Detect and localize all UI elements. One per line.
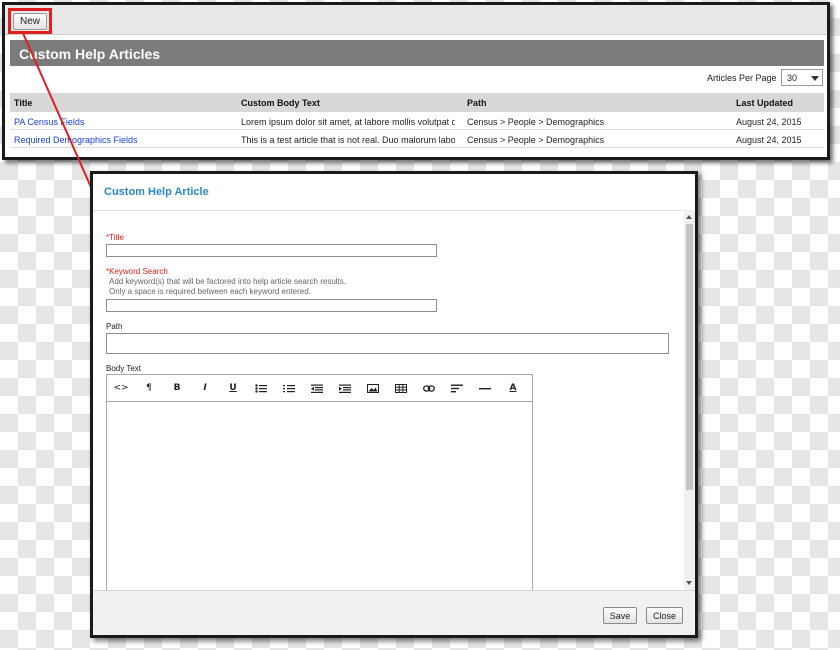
body-text-label: Body Text [106,364,141,373]
column-header-body[interactable]: Custom Body Text [241,98,455,108]
bullet-list-icon[interactable] [251,381,271,395]
article-path-cell: Census > People > Demographics [467,135,605,145]
article-updated-cell: August 24, 2015 [736,135,802,145]
dialog-footer: Save Close [93,590,695,635]
articles-per-page-value: 30 [787,73,798,83]
new-button[interactable]: New [13,13,47,30]
dialog-title: Custom Help Article [104,186,209,198]
numbered-list-icon[interactable] [279,381,299,395]
article-body-cell: Lorem ipsum dolor sit amet, at labore mo… [241,117,455,127]
article-title-link[interactable]: Required Demographics Fields [14,135,138,145]
articles-per-page-label: Articles Per Page [707,73,777,83]
dialog-scrollbar[interactable] [684,210,695,590]
column-header-updated[interactable]: Last Updated [736,98,793,108]
articles-table-header: Title Custom Body Text Path Last Updated [10,93,824,112]
path-input[interactable] [106,333,669,354]
table-icon[interactable] [391,381,411,395]
scroll-up-icon[interactable] [686,215,692,219]
scrollbar-thumb[interactable] [686,224,693,490]
editor-toolbar: <> ¶ B I U A [107,375,532,402]
italic-icon[interactable]: I [195,381,215,395]
article-path-cell: Census > People > Demographics [467,117,605,127]
chevron-down-icon [811,76,819,81]
paragraph-icon[interactable]: ¶ [139,381,159,395]
title-input[interactable] [106,244,437,257]
indent-icon[interactable] [335,381,355,395]
article-updated-cell: August 24, 2015 [736,117,802,127]
body-text-editor: <> ¶ B I U A [106,374,533,592]
list-toolbar [5,5,827,35]
horizontal-rule-icon[interactable] [475,381,495,395]
keyword-search-hint-2: Only a space is required between each ke… [109,287,311,296]
articles-per-page-select[interactable]: 30 [781,69,823,86]
table-row[interactable]: PA Census Fields Lorem ipsum dolor sit a… [10,112,824,130]
article-body-cell: This is a test article that is not real.… [241,135,455,145]
image-icon[interactable] [363,381,383,395]
custom-help-articles-window: New Custom Help Articles Articles Per Pa… [2,2,830,160]
custom-help-article-dialog: Custom Help Article *Title *Keyword Sear… [90,171,698,638]
keyword-search-hint-1: Add keyword(s) that will be factored int… [109,277,346,286]
underline-icon[interactable]: U [223,381,243,395]
path-label: Path [106,322,123,331]
keyword-search-input[interactable] [106,299,437,312]
code-view-icon[interactable]: <> [111,381,131,395]
column-header-title[interactable]: Title [14,98,32,108]
font-color-icon[interactable]: A [503,381,523,395]
outdent-icon[interactable] [307,381,327,395]
table-row[interactable]: Required Demographics Fields This is a t… [10,130,824,148]
close-button[interactable]: Close [646,607,683,624]
keyword-search-label: *Keyword Search [106,267,168,276]
article-title-link[interactable]: PA Census Fields [14,117,84,127]
align-left-icon[interactable] [447,381,467,395]
title-label: *Title [106,233,124,242]
link-icon[interactable] [419,381,439,395]
save-button[interactable]: Save [603,607,637,624]
scroll-down-icon[interactable] [686,581,692,585]
list-header-title: Custom Help Articles [10,40,824,66]
bold-icon[interactable]: B [167,381,187,395]
column-header-path[interactable]: Path [467,98,487,108]
